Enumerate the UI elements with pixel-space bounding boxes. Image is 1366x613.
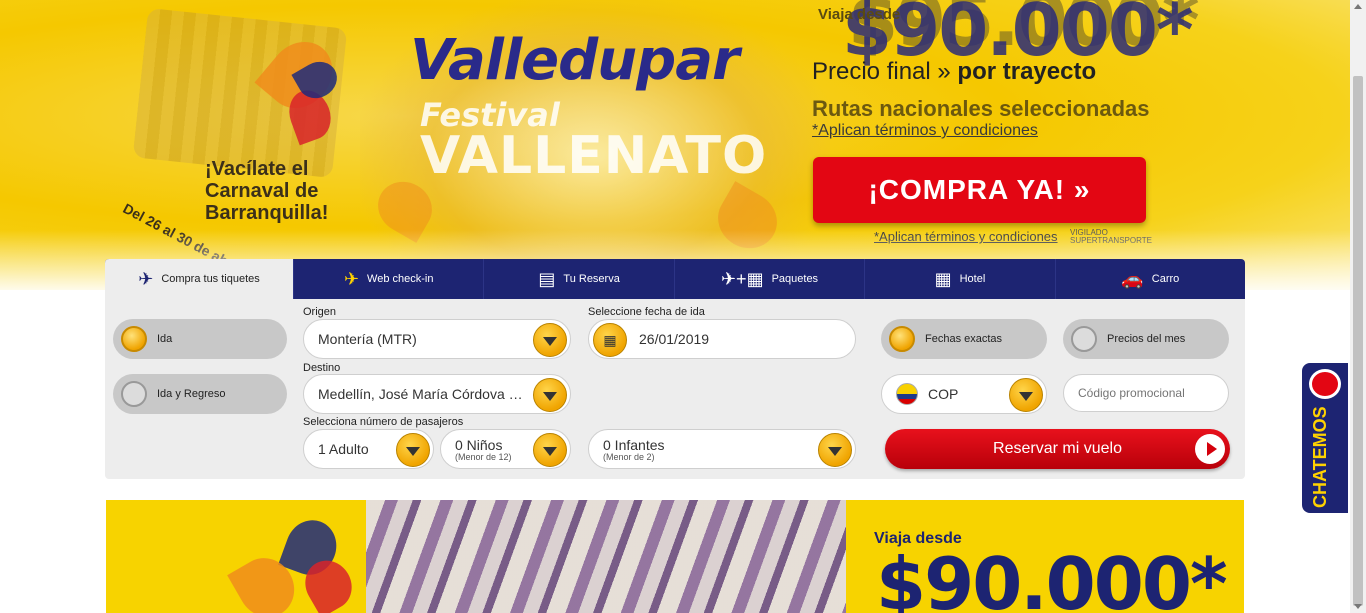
car-icon: 🚗 xyxy=(1121,268,1144,289)
chat-bubble-icon xyxy=(1309,369,1341,399)
building-icon: ▦ xyxy=(934,268,952,289)
destino-select[interactable]: Medellín, José María Córdova (M... xyxy=(303,374,571,414)
reservation-icon: ▤ xyxy=(538,268,556,289)
precio-final: Precio final » por trayecto xyxy=(812,58,1096,86)
tab-label: Carro xyxy=(1151,273,1180,285)
tab-label: Hotel xyxy=(959,273,986,285)
fecha-value: 26/01/2019 xyxy=(639,331,710,347)
infantes-count: 0 Infantes xyxy=(603,436,665,453)
fechas-exactas-option[interactable]: Fechas exactas xyxy=(881,319,1047,359)
tab-label: Tu Reserva xyxy=(563,273,620,285)
tab-web-checkin[interactable]: ✈ Web check-in xyxy=(294,259,485,299)
plane-cloud-icon: ✈ xyxy=(343,268,360,289)
reservar-label: Reservar mi vuelo xyxy=(993,440,1122,457)
promo-banner-secondary[interactable]: Viaja desde $90.000* xyxy=(106,500,1244,613)
chevron-down-icon xyxy=(533,378,567,412)
tab-tu-reserva[interactable]: ▤ Tu Reserva xyxy=(484,259,675,299)
trip-type-label: Ida y Regreso xyxy=(157,388,226,400)
trip-type-label: Ida xyxy=(157,333,173,345)
ninos-select[interactable]: 0 Niños (Menor de 12) xyxy=(440,429,571,469)
trip-type-ida[interactable]: Ida xyxy=(113,319,287,359)
ninos-count: 0 Niños xyxy=(455,436,503,453)
chevron-down-icon xyxy=(818,433,852,467)
chevron-down-icon xyxy=(396,433,430,467)
precios-mes-label: Precios del mes xyxy=(1107,333,1186,345)
tab-label: Web check-in xyxy=(367,273,434,285)
radio-unselected-icon xyxy=(1071,326,1097,352)
destino-label: Destino xyxy=(303,362,341,374)
page-scrollbar[interactable] xyxy=(1350,0,1366,613)
fechas-exactas-label: Fechas exactas xyxy=(925,333,1003,345)
calendar-icon: ▦ xyxy=(593,323,627,357)
reservar-button[interactable]: Reservar mi vuelo xyxy=(885,429,1230,469)
hero-title: Valledupar xyxy=(410,28,740,93)
origen-select[interactable]: Montería (MTR) xyxy=(303,319,571,359)
radio-unselected-icon xyxy=(121,381,147,407)
promo-code-input[interactable] xyxy=(1063,374,1229,412)
trip-type-ida-regreso[interactable]: Ida y Regreso xyxy=(113,374,287,414)
hero-banner[interactable]: Valledupar Festival VALLENATO ¡Vacílate … xyxy=(0,0,1350,290)
tab-label: Paquetes xyxy=(771,273,819,285)
infantes-select[interactable]: 0 Infantes (Menor de 2) xyxy=(588,429,856,469)
compra-ya-button[interactable]: ¡COMPRA YA! » xyxy=(813,157,1146,223)
scroll-down-arrow-icon[interactable] xyxy=(1354,604,1362,609)
currency-select[interactable]: COP xyxy=(881,374,1047,414)
price-box: $95.000* $90.000* Viaja desde Precio fin… xyxy=(812,0,1200,160)
colombia-flag-icon xyxy=(896,383,918,405)
rutas-nacionales: Rutas nacionales seleccionadas xyxy=(812,96,1150,121)
booking-widget: ✈ Compra tus tiquetes ✈ Web check-in ▤ T… xyxy=(105,259,1245,479)
chat-label: CHATEMOS xyxy=(1310,406,1330,508)
plane-cloud-icon: ✈ xyxy=(138,268,154,289)
origen-label: Origen xyxy=(303,306,337,318)
vigilado-logo: VIGILADO SUPERTRANSPORTE xyxy=(1070,228,1152,245)
precio-final-prefix: Precio final » xyxy=(812,58,958,85)
ninos-sub: (Menor de 12) xyxy=(455,451,512,462)
tab-label: Compra tus tiquetes xyxy=(161,273,260,285)
radio-selected-icon xyxy=(121,326,147,352)
terms-link-secondary[interactable]: *Aplican términos y condiciones xyxy=(874,229,1058,244)
terms-link[interactable]: *Aplican términos y condiciones xyxy=(812,122,1038,140)
fecha-ida-input[interactable]: ▦ 26/01/2019 xyxy=(588,319,856,359)
viaja-desde-label: Viaja desde xyxy=(818,6,901,23)
chevron-down-icon xyxy=(1009,378,1043,412)
hero-subtitle-vallenato: VALLENATO xyxy=(420,126,768,186)
adultos-select[interactable]: 1 Adulto xyxy=(303,429,434,469)
tab-hotel[interactable]: ▦ Hotel xyxy=(865,259,1056,299)
booking-tabs: ✈ Compra tus tiquetes ✈ Web check-in ▤ T… xyxy=(105,259,1245,299)
carnival-photo xyxy=(366,500,846,613)
tab-carro[interactable]: 🚗 Carro xyxy=(1056,259,1245,299)
infantes-sub: (Menor de 2) xyxy=(603,451,655,462)
play-arrow-icon xyxy=(1195,434,1225,464)
precio-final-bold: por trayecto xyxy=(957,58,1097,85)
scroll-up-arrow-icon[interactable] xyxy=(1354,4,1362,9)
chevron-down-icon xyxy=(533,433,567,467)
chat-widget-button[interactable]: CHATEMOS xyxy=(1302,363,1348,513)
banner-price: $90.000* xyxy=(876,542,1228,613)
tab-compra-tiquetes[interactable]: ✈ Compra tus tiquetes xyxy=(105,259,294,299)
precios-mes-option[interactable]: Precios del mes xyxy=(1063,319,1229,359)
carnaval-badge-text: ¡Vacílate el Carnaval de Barranquilla! xyxy=(205,158,329,224)
plane-hotel-icon: ✈+▦ xyxy=(720,268,764,289)
tab-paquetes[interactable]: ✈+▦ Paquetes xyxy=(675,259,866,299)
chevron-down-icon xyxy=(533,323,567,357)
radio-selected-icon xyxy=(889,326,915,352)
fecha-label: Seleccione fecha de ida xyxy=(588,306,705,318)
pasajeros-label: Selecciona número de pasajeros xyxy=(303,416,464,428)
scrollbar-thumb[interactable] xyxy=(1353,76,1363,606)
